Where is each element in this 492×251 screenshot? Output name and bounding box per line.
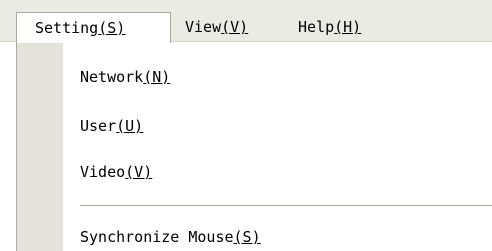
menu-item-network[interactable]: Network(N) [80, 63, 170, 91]
menu-icon-gutter [17, 43, 63, 251]
menu-item-network-label: Network [80, 68, 144, 86]
menu-item-synchronize-mouse[interactable]: Synchronize Mouse(S) [80, 223, 261, 251]
menu-item-video[interactable]: Video(V) [80, 158, 152, 186]
setting-dropdown-menu: Network(N) User(U) Video(V) Synchronize … [16, 43, 492, 251]
menu-view-mnemonic: (V) [221, 18, 249, 36]
menu-help-mnemonic: (H) [334, 18, 362, 36]
menu-setting-mnemonic: (S) [98, 19, 126, 37]
menu-view[interactable]: View(V) [183, 12, 283, 44]
menu-item-network-mnemonic: (N) [143, 68, 171, 86]
menu-item-video-mnemonic: (V) [125, 163, 153, 181]
menu-bar: Setting(S) View(V) Help(H) [0, 0, 492, 44]
menu-item-video-label: Video [80, 163, 126, 181]
menu-separator [80, 205, 492, 206]
menu-help-label: Help [298, 18, 335, 36]
menu-setting[interactable]: Setting(S) [16, 12, 171, 44]
menu-item-user[interactable]: User(U) [80, 112, 143, 140]
application-window: Setting(S) View(V) Help(H) Network(N) Us… [0, 0, 492, 251]
menu-item-user-mnemonic: (U) [116, 117, 144, 135]
menu-setting-label: Setting [35, 19, 99, 37]
menu-item-synchronize-mouse-label: Synchronize Mouse [80, 228, 234, 246]
menu-view-label: View [185, 18, 222, 36]
menu-item-user-label: User [80, 117, 117, 135]
menu-item-synchronize-mouse-mnemonic: (S) [233, 228, 261, 246]
menu-help[interactable]: Help(H) [298, 12, 398, 44]
